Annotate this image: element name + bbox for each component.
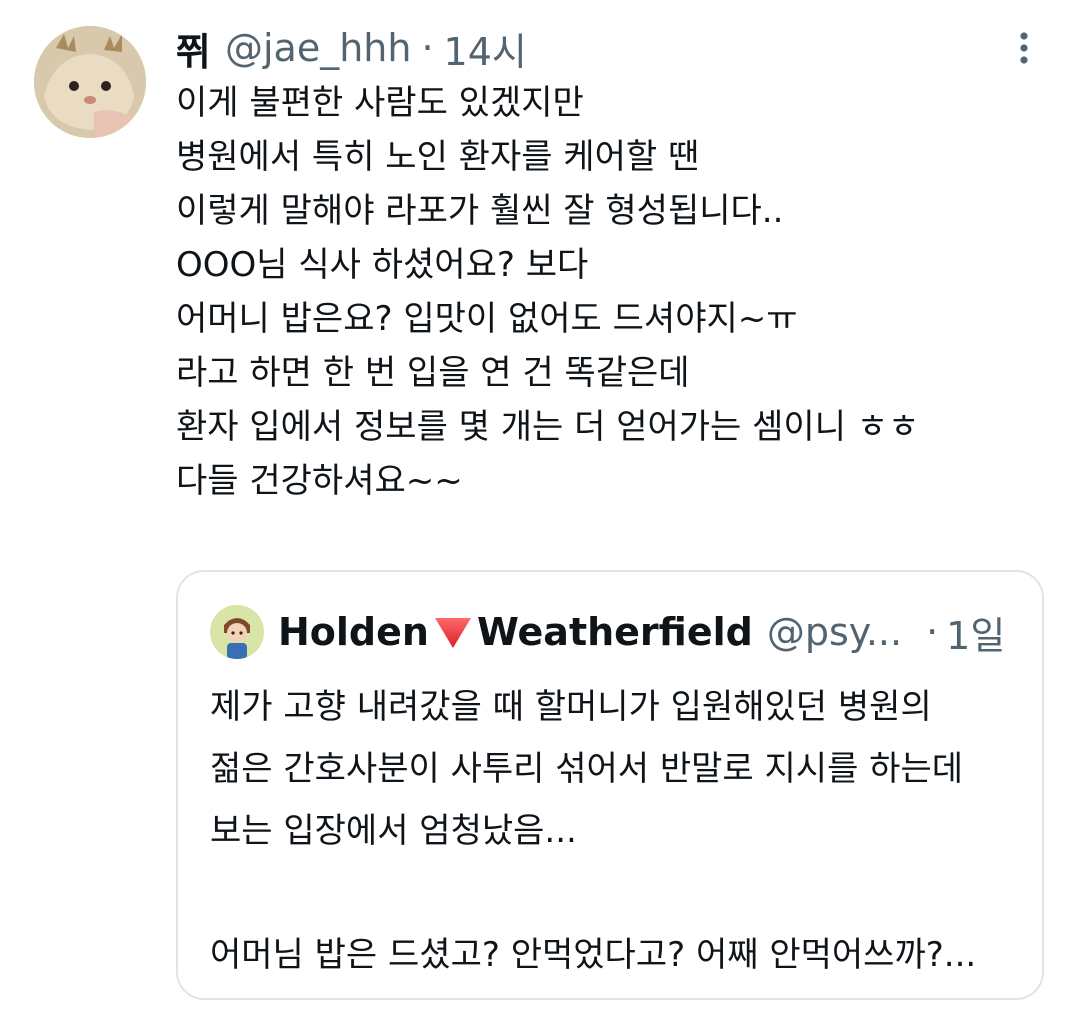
separator-dot: · [926, 610, 939, 654]
author-avatar[interactable] [34, 26, 146, 138]
quoted-author-avatar[interactable] [210, 605, 264, 659]
quoted-tweet-header: Holden Weatherfield @psy... · 1일 [210, 604, 1005, 660]
quoted-author-handle[interactable]: @psy... [767, 610, 902, 654]
author-name[interactable]: 쮜 [176, 21, 211, 76]
quoted-line: 보는 입장에서 엄청났음... [210, 811, 577, 851]
tweet-timestamp[interactable]: 14시 [444, 21, 527, 76]
quoted-author-name-part1: Holden [278, 610, 429, 654]
quoted-line: 어머님 밥은 드셨고? 안먹었다고? 어째 안먹어쓰까?... [210, 935, 977, 975]
more-options-button[interactable] [1002, 26, 1046, 70]
tweet-body: 이게 불편한 사람도 있겠지만 병원에서 특히 노인 환자를 케어할 땐 이렇게… [176, 76, 1056, 508]
quoted-author-name[interactable]: Holden Weatherfield [278, 610, 753, 654]
tweet-line: 라고 하면 한 번 입을 연 건 똑같은데 [176, 353, 690, 393]
tweet-line: 병원에서 특히 노인 환자를 케어할 땐 [176, 137, 700, 177]
quoted-tweet[interactable]: Holden Weatherfield @psy... · 1일 제가 고향 내… [176, 570, 1044, 1000]
tweet-line: 이게 불편한 사람도 있겠지만 [176, 83, 584, 123]
quoted-tweet-timestamp[interactable]: 1일 [946, 605, 1005, 660]
quoted-author-name-part2: Weatherfield [476, 610, 753, 654]
red-triangle-down-icon [434, 618, 471, 648]
tweet-line: 어머니 밥은요? 입맛이 없어도 드셔야지~ㅠ [176, 299, 798, 339]
quoted-tweet-body: 제가 고향 내려갔을 때 할머니가 입원해있던 병원의 젊은 간호사분이 사투리… [210, 676, 1030, 986]
tweet-line: 다들 건강하셔요~~ [176, 461, 463, 501]
separator-dot: · [421, 26, 434, 70]
quoted-line [210, 862, 1030, 924]
tweet-line: OOO님 식사 하셨어요? 보다 [176, 245, 589, 285]
tweet-line: 이렇게 말해야 라포가 훨씬 잘 형성됩니다.. [176, 191, 784, 231]
tweet-line: 환자 입에서 정보를 몇 개는 더 얻어가는 셈이니 ㅎㅎ [176, 407, 920, 447]
author-handle[interactable]: @jae_hhh [225, 26, 411, 70]
more-vertical-icon [1020, 32, 1028, 64]
quoted-line: 젊은 간호사분이 사투리 섞어서 반말로 지시를 하는데 [210, 749, 964, 789]
quoted-line: 제가 고향 내려갔을 때 할머니가 입원해있던 병원의 [210, 687, 932, 727]
tweet-header: 쮜 @jae_hhh · 14시 [176, 20, 527, 76]
